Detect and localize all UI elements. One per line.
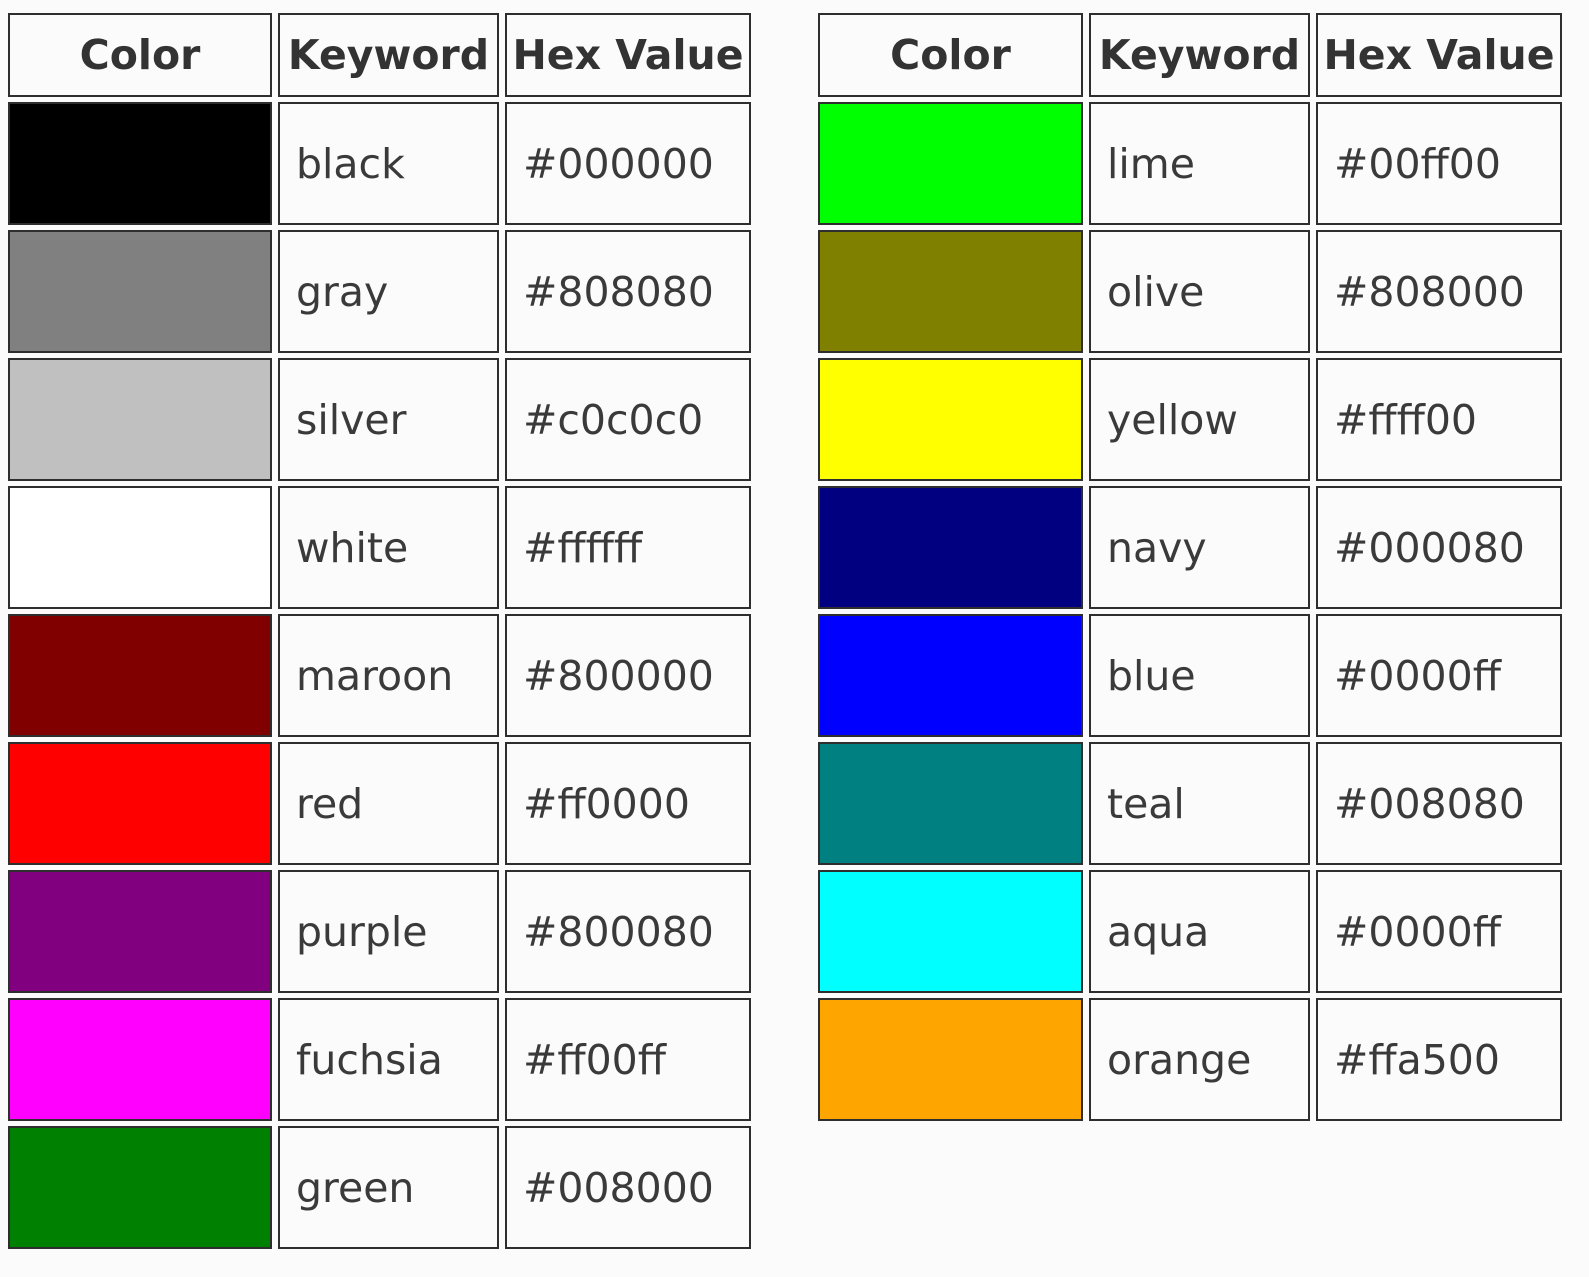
keyword-cell: fuchsia	[278, 998, 499, 1121]
table-row: maroon #800000	[8, 614, 751, 737]
hex-value-cell: #808000	[1316, 230, 1562, 353]
hex-column-header: Hex Value	[1316, 13, 1562, 97]
header-row: Color Keyword Hex Value	[8, 13, 751, 97]
color-table-right: Color Keyword Hex Value lime #00ff00 olive…	[812, 8, 1568, 1126]
table-row: yellow #ffff00	[818, 358, 1562, 481]
hex-value-cell: #00ff00	[1316, 102, 1562, 225]
color-swatch	[818, 486, 1083, 609]
table-row: fuchsia #ff00ff	[8, 998, 751, 1121]
color-swatch	[8, 358, 272, 481]
table-row: silver #c0c0c0	[8, 358, 751, 481]
keyword-column-header: Keyword	[278, 13, 499, 97]
hex-value-cell: #808080	[505, 230, 751, 353]
color-swatch	[8, 102, 272, 225]
keyword-cell: gray	[278, 230, 499, 353]
table-row: red #ff0000	[8, 742, 751, 865]
table-row: purple #800080	[8, 870, 751, 993]
keyword-cell: navy	[1089, 486, 1310, 609]
color-swatch	[8, 486, 272, 609]
color-table-left: Color Keyword Hex Value black #000000 gray…	[2, 8, 757, 1254]
table-row: black #000000	[8, 102, 751, 225]
keyword-cell: green	[278, 1126, 499, 1249]
keyword-cell: olive	[1089, 230, 1310, 353]
keyword-cell: silver	[278, 358, 499, 481]
keyword-column-header: Keyword	[1089, 13, 1310, 97]
table-row: navy #000080	[818, 486, 1562, 609]
hex-value-cell: #ffa500	[1316, 998, 1562, 1121]
keyword-cell: lime	[1089, 102, 1310, 225]
color-swatch	[818, 742, 1083, 865]
table-row: green #008000	[8, 1126, 751, 1249]
table-row: gray #808080	[8, 230, 751, 353]
table-row: olive #808000	[818, 230, 1562, 353]
hex-value-cell: #008000	[505, 1126, 751, 1249]
hex-column-header: Hex Value	[505, 13, 751, 97]
color-column-header: Color	[8, 13, 272, 97]
hex-value-cell: #800000	[505, 614, 751, 737]
hex-value-cell: #ff0000	[505, 742, 751, 865]
color-swatch	[818, 102, 1083, 225]
keyword-cell: black	[278, 102, 499, 225]
table-row: aqua #0000ff	[818, 870, 1562, 993]
color-swatch	[8, 614, 272, 737]
color-swatch	[8, 1126, 272, 1249]
keyword-cell: purple	[278, 870, 499, 993]
table-row: teal #008080	[818, 742, 1562, 865]
color-swatch	[818, 358, 1083, 481]
table-row: white #ffffff	[8, 486, 751, 609]
keyword-cell: maroon	[278, 614, 499, 737]
color-swatch	[818, 230, 1083, 353]
color-column-header: Color	[818, 13, 1083, 97]
color-swatch	[8, 998, 272, 1121]
keyword-cell: yellow	[1089, 358, 1310, 481]
keyword-cell: white	[278, 486, 499, 609]
hex-value-cell: #ff00ff	[505, 998, 751, 1121]
hex-value-cell: #000000	[505, 102, 751, 225]
keyword-cell: red	[278, 742, 499, 865]
color-swatch	[818, 998, 1083, 1121]
hex-value-cell: #000080	[1316, 486, 1562, 609]
hex-value-cell: #008080	[1316, 742, 1562, 865]
hex-value-cell: #0000ff	[1316, 614, 1562, 737]
color-swatch	[8, 742, 272, 865]
hex-value-cell: #c0c0c0	[505, 358, 751, 481]
keyword-cell: blue	[1089, 614, 1310, 737]
table-row: blue #0000ff	[818, 614, 1562, 737]
table-row: lime #00ff00	[818, 102, 1562, 225]
header-row: Color Keyword Hex Value	[818, 13, 1562, 97]
color-swatch	[8, 230, 272, 353]
table-row: orange #ffa500	[818, 998, 1562, 1121]
color-swatch	[818, 614, 1083, 737]
color-swatch	[818, 870, 1083, 993]
hex-value-cell: #ffff00	[1316, 358, 1562, 481]
keyword-cell: teal	[1089, 742, 1310, 865]
hex-value-cell: #ffffff	[505, 486, 751, 609]
hex-value-cell: #0000ff	[1316, 870, 1562, 993]
keyword-cell: aqua	[1089, 870, 1310, 993]
keyword-cell: orange	[1089, 998, 1310, 1121]
color-swatch	[8, 870, 272, 993]
hex-value-cell: #800080	[505, 870, 751, 993]
